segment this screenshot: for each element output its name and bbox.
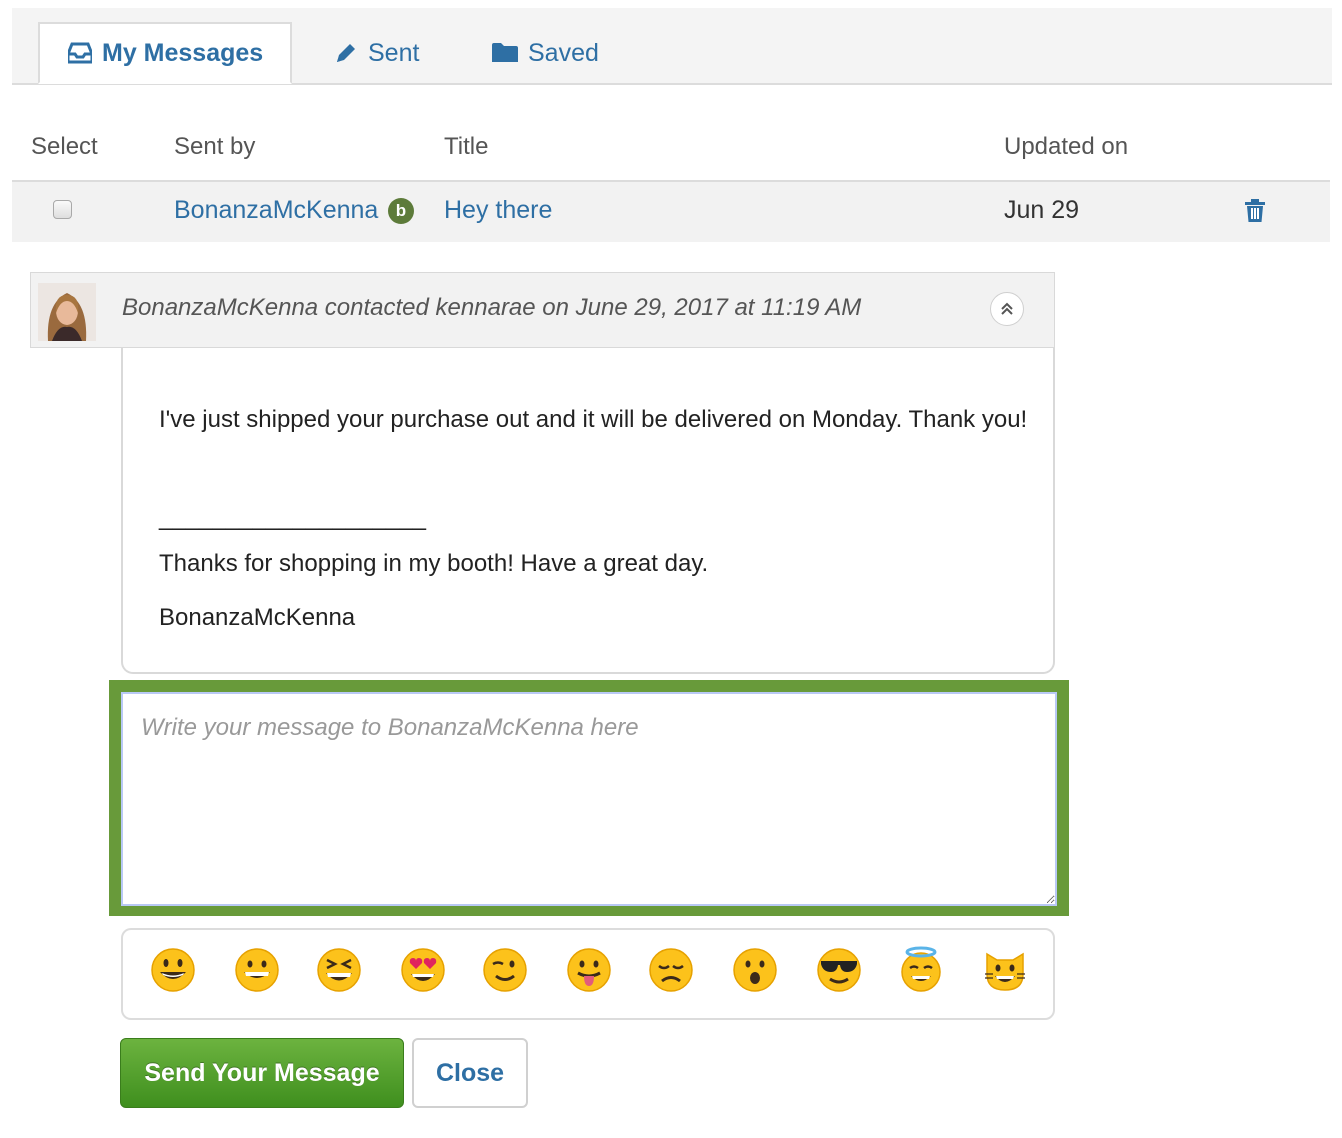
grinning-emoji-icon[interactable] (233, 946, 281, 994)
seller-badge-icon: b (388, 198, 414, 224)
column-header-sent-by: Sent by (174, 133, 256, 160)
smiley-cat-emoji-icon[interactable] (981, 946, 1029, 994)
column-header-select: Select (31, 133, 98, 160)
message-text: I've just shipped your purchase out and … (159, 406, 1028, 433)
select-checkbox[interactable] (53, 200, 72, 219)
double-chevron-up-icon (1001, 302, 1013, 315)
wink-emoji-icon[interactable] (481, 946, 529, 994)
trash-icon[interactable] (1244, 199, 1266, 228)
sender-link[interactable]: BonanzaMcKenna (174, 196, 378, 225)
disappointed-emoji-icon[interactable] (647, 946, 695, 994)
tab-saved[interactable]: Saved (492, 22, 599, 84)
updated-on-date: Jun 29 (1004, 196, 1080, 224)
message-meta: BonanzaMcKenna contacted kennarae on Jun… (122, 294, 862, 321)
column-header-updated-on: Updated on (1004, 133, 1129, 160)
close-button[interactable]: Close (412, 1038, 528, 1108)
column-header-title: Title (444, 133, 489, 160)
tab-label: My Messages (102, 38, 264, 67)
laughing-emoji-icon[interactable] (315, 946, 363, 994)
tab-my-messages[interactable]: My Messages (38, 22, 292, 84)
collapse-button[interactable] (990, 292, 1024, 326)
hushed-emoji-icon[interactable] (731, 946, 779, 994)
signature-divider: ____________________ (159, 504, 426, 531)
tab-label: Sent (368, 38, 420, 67)
tongue-emoji-icon[interactable] (565, 946, 613, 994)
message-body: I've just shipped your purchase out and … (121, 348, 1055, 674)
sunglasses-emoji-icon[interactable] (815, 946, 863, 994)
tab-label: Saved (528, 38, 599, 67)
tab-bar: My Messages Sent Saved (12, 8, 1332, 85)
reply-textarea[interactable] (121, 692, 1057, 906)
inbox-icon (68, 42, 92, 64)
avatar (38, 283, 96, 341)
message-title-link[interactable]: Hey there (444, 196, 552, 225)
smiley-emoji-icon[interactable] (149, 946, 197, 994)
innocent-emoji-icon[interactable] (897, 946, 945, 994)
folder-icon (492, 43, 518, 62)
send-message-button[interactable]: Send Your Message (120, 1038, 404, 1108)
tab-sent[interactable]: Sent (334, 22, 419, 84)
signature-line: Thanks for shopping in my booth! Have a … (159, 550, 709, 577)
pencil-icon (337, 44, 355, 62)
signature-name: BonanzaMcKenna (159, 604, 356, 631)
heart-eyes-emoji-icon[interactable] (399, 946, 447, 994)
